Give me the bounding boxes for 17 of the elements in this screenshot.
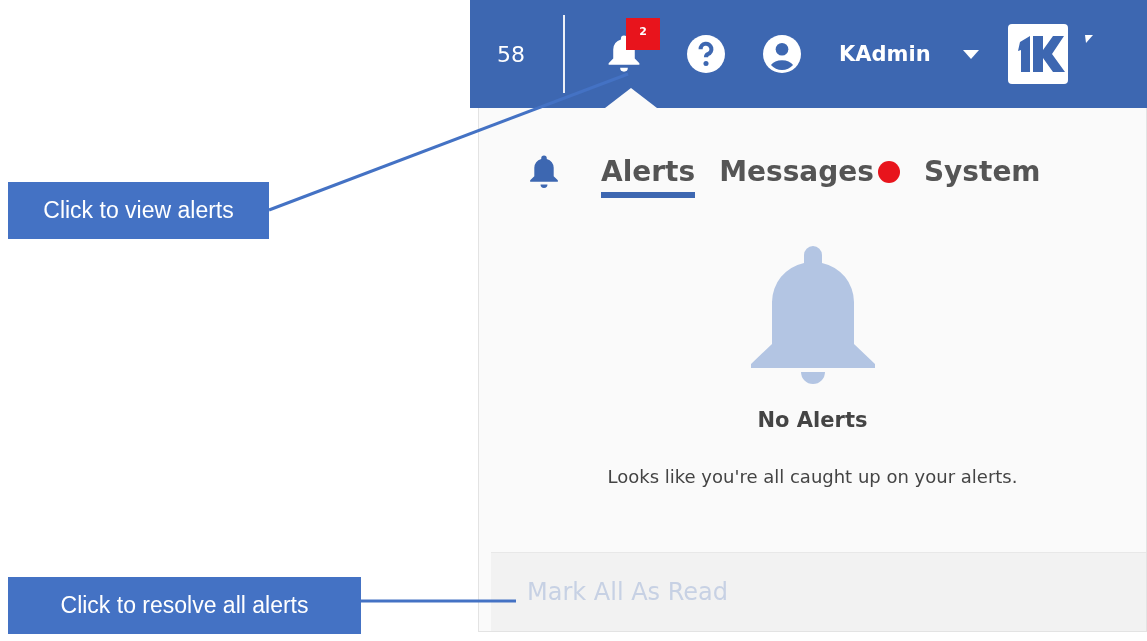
tab[interactable]: System bbox=[923, 146, 1041, 198]
username-label[interactable]: KAdmin bbox=[839, 42, 961, 66]
tab[interactable]: Messages bbox=[719, 146, 874, 198]
user-icon[interactable] bbox=[763, 35, 801, 73]
caret-icon[interactable] bbox=[1084, 33, 1094, 45]
empty-state-message: Looks like you're all caught up on your alerts. bbox=[606, 465, 1019, 489]
empty-state-title: No Alerts bbox=[757, 408, 868, 432]
bell-icon bbox=[750, 246, 875, 384]
tab[interactable]: Alerts bbox=[601, 146, 696, 198]
count-label: 58 bbox=[497, 41, 526, 67]
notification-badge: 2 bbox=[626, 18, 660, 50]
caret-icon[interactable] bbox=[961, 48, 981, 60]
logo-icon[interactable] bbox=[1008, 24, 1068, 84]
callout-label: Click to view alerts bbox=[8, 182, 269, 239]
help-icon[interactable] bbox=[687, 35, 725, 73]
bell-icon bbox=[527, 154, 561, 190]
callout-label: Click to resolve all alerts bbox=[8, 577, 361, 634]
